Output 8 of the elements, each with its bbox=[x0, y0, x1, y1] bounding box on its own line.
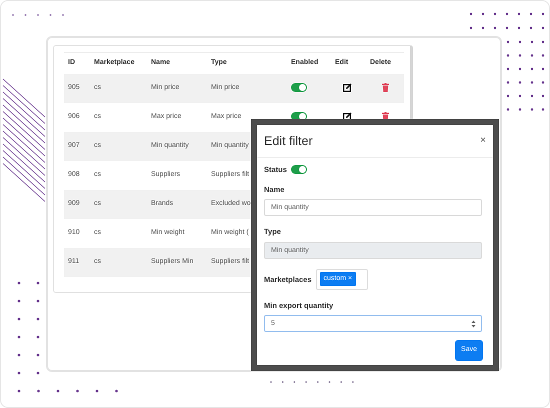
toggle-switch[interactable] bbox=[290, 164, 307, 174]
toggle-switch[interactable] bbox=[291, 82, 307, 92]
edit-icon[interactable] bbox=[343, 82, 352, 92]
edit-icon[interactable] bbox=[343, 112, 352, 121]
modal-title: Edit filter bbox=[264, 133, 313, 150]
spinner-icon[interactable] bbox=[471, 320, 476, 328]
trash-icon[interactable] bbox=[382, 82, 389, 92]
close-button[interactable]: × bbox=[480, 136, 486, 146]
